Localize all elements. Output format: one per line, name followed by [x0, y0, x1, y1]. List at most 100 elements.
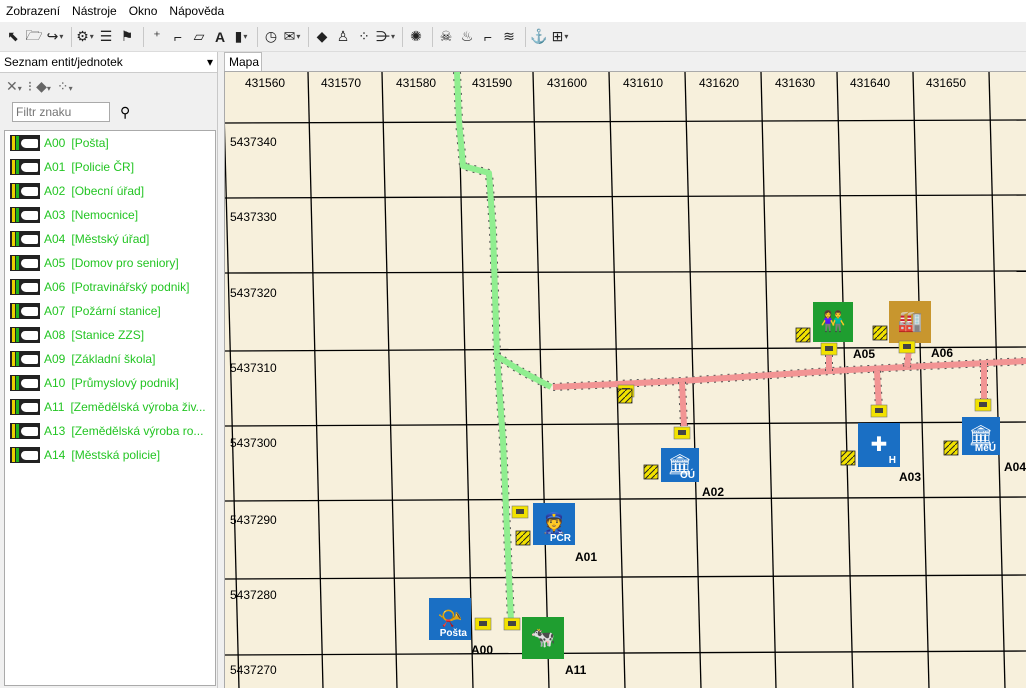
entity-code: A01: [44, 160, 66, 174]
entity-list-item[interactable]: A01 [Policie ČR]: [5, 155, 215, 179]
add-point-icon[interactable]: ⁺: [148, 26, 166, 48]
scatter-menu-icon[interactable]: ⁘▾: [57, 78, 73, 95]
entity-code: A11: [44, 400, 65, 414]
toolbar-separator: [71, 26, 72, 47]
mail-icon[interactable]: ✉ ▾: [283, 26, 301, 48]
entity-list-item[interactable]: A05 [Domov pro seniory]: [5, 251, 215, 275]
unit-sign-glyph: 👫: [821, 309, 846, 333]
gear-icon[interactable]: ⚙ ▾: [76, 26, 94, 48]
entity-list-item[interactable]: A03 [Nemocnice]: [5, 203, 215, 227]
virus-icon[interactable]: ✺: [407, 26, 425, 48]
red-route-main: [552, 358, 1026, 390]
select-tool-icon[interactable]: ⬉: [4, 26, 22, 48]
x-coordinate-label: 431630: [775, 76, 815, 90]
add-area-icon[interactable]: ▱: [190, 26, 208, 48]
filter-row: ⚲: [0, 99, 217, 125]
entity-symbol-icon: [10, 423, 40, 439]
entity-symbol-icon: [10, 447, 40, 463]
x-coordinate-label: 431600: [547, 76, 587, 90]
entity-symbol-icon: [10, 135, 40, 151]
layers-icon[interactable]: ☰: [97, 26, 115, 48]
entity-name: [Zemědělská výroba ro...: [71, 424, 204, 438]
x-coordinate-label: 431570: [321, 76, 361, 90]
entity-symbol-icon: [10, 207, 40, 223]
fire-icon[interactable]: ♨: [458, 26, 476, 48]
entity-list-item[interactable]: A13 [Zemědělská výroba ro...: [5, 419, 215, 443]
grid-line-horizontal: [225, 194, 1026, 199]
grid-line-horizontal: [225, 574, 1026, 580]
map-canvas[interactable]: 📯 Pošta A00 👮 PČR A01 🏛 OÚ A02 ✚ H A03 🏛 MěÚ A04 👫 A05 🏭 A…: [224, 71, 1026, 688]
entity-name: [Policie ČR]: [71, 160, 135, 174]
red-route-a03: [874, 370, 882, 410]
open-folder-icon[interactable]: 🗁: [25, 26, 43, 48]
grid-line-horizontal: [225, 270, 1026, 274]
tap-icon[interactable]: ⌐: [479, 26, 497, 48]
add-line-icon[interactable]: ⌐: [169, 26, 187, 48]
unit-icon[interactable]: ♙: [334, 26, 352, 48]
junction-node-core: [479, 621, 487, 626]
entity-panel-header[interactable]: Seznam entit/jednotek ▾: [0, 52, 217, 73]
hatch-marker: [795, 327, 811, 343]
menu-okno[interactable]: Okno: [123, 0, 164, 22]
grid-line-horizontal: [225, 421, 1026, 427]
entity-name: [Potravinářský podnik]: [71, 280, 190, 294]
delete-icon[interactable]: ✕▾: [6, 78, 22, 95]
network-icon[interactable]: ⊞ ▾: [551, 26, 569, 48]
grid-line-horizontal: [225, 650, 1026, 656]
flag-icon[interactable]: ⚑: [118, 26, 136, 48]
entity-list-item[interactable]: A08 [Stanice ZZS]: [5, 323, 215, 347]
unit-label: A02: [702, 485, 724, 499]
unit-sign-glyph: 🏭: [898, 309, 923, 333]
menu-napoveda[interactable]: Nápověda: [163, 0, 230, 22]
unit-label: A04: [1004, 460, 1026, 474]
hatch-marker: [872, 325, 888, 341]
unit-sign-text: H: [889, 455, 896, 466]
diamond-icon[interactable]: ◆: [313, 26, 331, 48]
entity-symbol-icon: [10, 279, 40, 295]
menu-zobrazeni[interactable]: Zobrazení: [0, 0, 66, 22]
entity-list-item[interactable]: A10 [Průmyslový podnik]: [5, 371, 215, 395]
entity-name: [Domov pro seniory]: [71, 256, 179, 270]
map-svg[interactable]: 📯PoštaA00👮PČRA01🏛OÚA02✚HA03🏛MěÚA04👫A05🏭A…: [225, 72, 1026, 688]
junction-node-core: [875, 408, 883, 413]
entity-list-item[interactable]: A04 [Městský úřad]: [5, 227, 215, 251]
entity-code: A09: [44, 352, 66, 366]
scatter-icon[interactable]: ⁘: [355, 26, 373, 48]
diamond-menu-icon[interactable]: ⁝ ◆▾: [28, 78, 51, 95]
entity-code: A13: [44, 424, 66, 438]
map-units: 📯PoštaA00👮PČRA01🏛OÚA02✚HA03🏛MěÚA04👫A05🏭A…: [429, 301, 1026, 677]
entity-list-item[interactable]: A00 [Pošta]: [5, 131, 215, 155]
menu-nastroje[interactable]: Nástroje: [66, 0, 123, 22]
skull-icon[interactable]: ☠: [437, 26, 455, 48]
entity-list-item[interactable]: A06 [Potravinářský podnik]: [5, 275, 215, 299]
entity-code: A03: [44, 208, 66, 222]
unit-label: A01: [575, 550, 597, 564]
grid-line-vertical: [988, 72, 1006, 688]
route-tool-icon[interactable]: ↪ ▾: [46, 26, 64, 48]
clock-icon[interactable]: ◷: [262, 26, 280, 48]
entity-list-item[interactable]: A09 [Základní škola]: [5, 347, 215, 371]
entity-list-item[interactable]: A02 [Obecní úřad]: [5, 179, 215, 203]
add-building-icon[interactable]: ▮ ▾: [232, 26, 250, 48]
toolbar-separator: [143, 26, 144, 47]
entity-name: [Nemocnice]: [71, 208, 139, 222]
entity-list-item[interactable]: A14 [Městská policie]: [5, 443, 215, 467]
entity-code: A06: [44, 280, 66, 294]
flood-icon[interactable]: ≋: [500, 26, 518, 48]
junction-node-core: [678, 430, 686, 435]
split-icon[interactable]: ⋺ ▾: [376, 26, 395, 48]
grid-line-vertical: [912, 72, 930, 688]
entity-code: A05: [44, 256, 66, 270]
entity-symbol-icon: [10, 303, 40, 319]
entity-list-item[interactable]: A11 [Zemědělská výroba živ...: [5, 395, 215, 419]
search-icon[interactable]: ⚲: [120, 104, 130, 121]
filter-input[interactable]: [12, 102, 110, 122]
entity-list-item[interactable]: A07 [Požární stanice]: [5, 299, 215, 323]
chevron-down-icon[interactable]: ▾: [207, 55, 213, 69]
anchor-icon[interactable]: ⚓: [530, 26, 548, 48]
y-coordinate-label: 5437270: [230, 663, 277, 677]
y-coordinate-label: 5437340: [230, 135, 277, 149]
tab-map[interactable]: Mapa: [224, 52, 262, 71]
hatch-marker: [840, 450, 856, 466]
add-text-icon[interactable]: A: [211, 26, 229, 48]
